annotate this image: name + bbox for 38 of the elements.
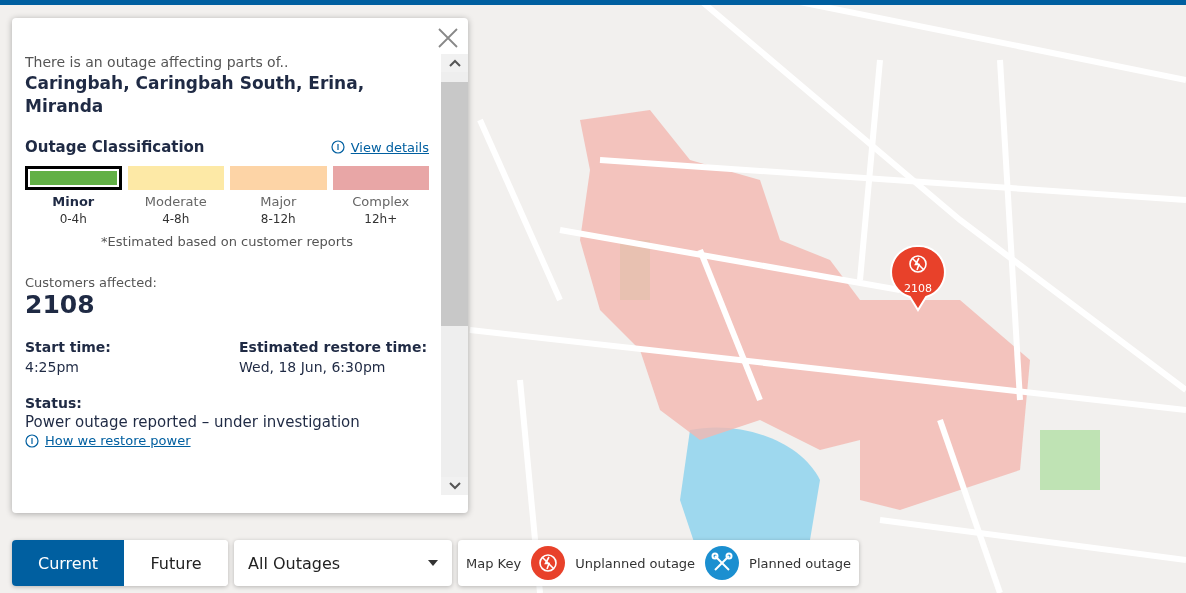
estimate-note: *Estimated based on customer reports [100, 234, 354, 249]
outage-marker[interactable]: 2108 [890, 244, 946, 312]
customers-label: Customers affected: [25, 275, 158, 290]
level-range: 8-12h [259, 212, 297, 226]
outage-filter-dropdown[interactable]: All Outages [234, 540, 452, 586]
caret-icon [428, 560, 438, 566]
chevron-up-icon [447, 58, 462, 68]
start-label: Start time: [25, 339, 112, 355]
info-icon [330, 140, 345, 154]
start-value: 4:25pm [25, 359, 80, 375]
view-tab[interactable]: Future [124, 540, 228, 586]
scrollbar-thumb[interactable] [441, 82, 468, 326]
restore-label: Estimated restore time: [239, 339, 428, 355]
tools-icon [705, 546, 740, 580]
lightning-bolt-icon [531, 546, 566, 580]
info-icon [25, 433, 39, 448]
chevron-down-icon [447, 481, 462, 491]
status-label: Status: [25, 395, 83, 411]
view-details-link[interactable]: View details [350, 139, 429, 155]
classification-heading: Outage Classification [25, 138, 205, 156]
close-button[interactable] [436, 26, 460, 50]
map-key-title: Map Key [466, 555, 522, 571]
map-key-label: Planned outage [749, 555, 851, 571]
level-name: Complex [351, 194, 411, 209]
restore-value: Wed, 18 Jun, 6:30pm [239, 359, 387, 375]
level-range: 4-8h [161, 212, 191, 226]
level-range: 12h+ [363, 212, 399, 226]
status-value: Power outage reported – under investigation [25, 413, 361, 431]
level-range: 0-4h [58, 212, 88, 226]
suburbs-heading: Caringbah, Caringbah South, Erina, Miranda [25, 72, 366, 118]
level-name: Major [259, 194, 298, 209]
customers-count: 2108 [25, 290, 96, 319]
view-tab[interactable]: Current [12, 540, 124, 586]
restore-power-link[interactable]: How we restore power [25, 433, 429, 448]
intro-text: There is an outage affecting parts of.. [25, 54, 290, 70]
level-name: Minor [51, 194, 96, 209]
level-name: Moderate [143, 194, 208, 209]
map-key-label: Unplanned outage [575, 555, 696, 571]
